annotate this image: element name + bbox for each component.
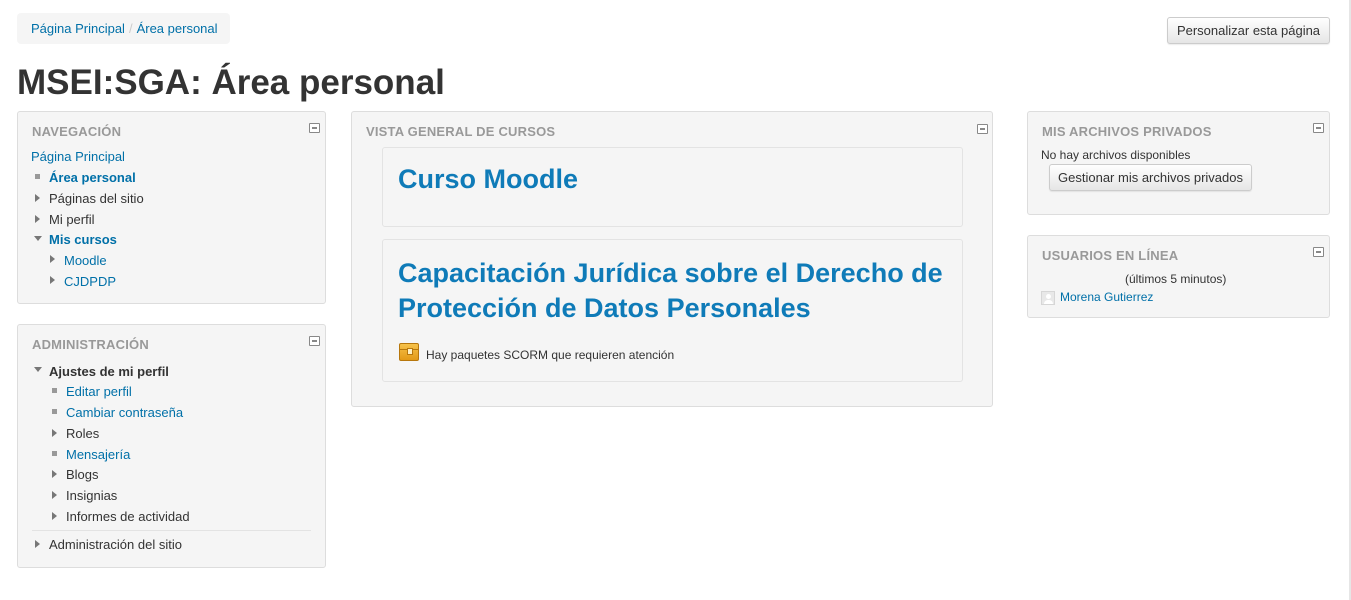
nav-my-courses-link[interactable]: Mis cursos <box>49 231 117 248</box>
course-card: Curso Moodle <box>382 147 963 227</box>
arrow-down-icon[interactable] <box>34 367 42 372</box>
navigation-block: NAVEGACIÓN Página Principal Área persona… <box>17 111 326 304</box>
online-users-period: (últimos 5 minutos) <box>1125 272 1227 286</box>
admin-site-administration[interactable]: Administración del sitio <box>49 536 182 553</box>
admin-roles[interactable]: Roles <box>66 425 99 442</box>
page-title: MSEI:SGA: Área personal <box>17 63 445 102</box>
admin-activity-reports[interactable]: Informes de actividad <box>66 508 190 525</box>
online-users-block: USUARIOS EN LÍNEA (últimos 5 minutos) Mo… <box>1027 235 1330 318</box>
navigation-block-title: NAVEGACIÓN <box>32 124 122 139</box>
collapse-icon[interactable] <box>1313 247 1324 257</box>
breadcrumb-home-link[interactable]: Página Principal <box>31 21 125 36</box>
collapse-icon[interactable] <box>309 336 320 346</box>
arrow-right-icon[interactable] <box>35 194 40 202</box>
nav-site-pages[interactable]: Páginas del sitio <box>49 190 144 207</box>
arrow-right-icon[interactable] <box>35 215 40 223</box>
bullet-icon <box>35 174 40 179</box>
online-users-block-title: USUARIOS EN LÍNEA <box>1042 248 1179 263</box>
arrow-right-icon[interactable] <box>52 491 57 499</box>
admin-edit-profile-link[interactable]: Editar perfil <box>66 383 132 400</box>
private-files-block: MIS ARCHIVOS PRIVADOS No hay archivos di… <box>1027 111 1330 215</box>
collapse-icon[interactable] <box>1313 123 1324 133</box>
arrow-right-icon[interactable] <box>50 276 55 284</box>
course-title-link[interactable]: Capacitación Jurídica sobre el Derecho d… <box>398 256 948 326</box>
nav-my-profile[interactable]: Mi perfil <box>49 211 95 228</box>
arrow-right-icon[interactable] <box>35 540 40 548</box>
online-user-link[interactable]: Morena Gutierrez <box>1060 289 1153 306</box>
nav-course-cjdpdp-link[interactable]: CJDPDP <box>64 273 116 290</box>
manage-private-files-button[interactable]: Gestionar mis archivos privados <box>1049 164 1252 191</box>
bullet-icon <box>52 388 57 393</box>
arrow-down-icon[interactable] <box>34 236 42 241</box>
no-files-text: No hay archivos disponibles <box>1041 148 1191 162</box>
nav-area-personal-link[interactable]: Área personal <box>49 169 136 186</box>
scorm-package-icon <box>399 343 419 361</box>
breadcrumb-current-link[interactable]: Área personal <box>137 21 218 36</box>
admin-change-password-link[interactable]: Cambiar contraseña <box>66 404 183 421</box>
customize-page-button[interactable]: Personalizar esta página <box>1167 17 1330 44</box>
scorm-notice[interactable]: Hay paquetes SCORM que requieren atenció… <box>426 347 674 364</box>
course-overview-block: VISTA GENERAL DE CURSOS Curso Moodle Cap… <box>351 111 993 407</box>
course-card: Capacitación Jurídica sobre el Derecho d… <box>382 239 963 382</box>
arrow-right-icon[interactable] <box>50 255 55 263</box>
course-overview-block-title: VISTA GENERAL DE CURSOS <box>366 124 556 139</box>
breadcrumb-separator: / <box>128 21 133 36</box>
arrow-right-icon[interactable] <box>52 429 57 437</box>
admin-profile-settings[interactable]: Ajustes de mi perfil <box>49 363 169 380</box>
collapse-icon[interactable] <box>977 124 988 134</box>
admin-messaging-link[interactable]: Mensajería <box>66 446 130 463</box>
course-title-link[interactable]: Curso Moodle <box>398 162 948 197</box>
breadcrumb: Página Principal / Área personal <box>17 13 230 44</box>
arrow-right-icon[interactable] <box>52 512 57 520</box>
nav-home-link[interactable]: Página Principal <box>31 148 125 165</box>
administration-block-title: ADMINISTRACIÓN <box>32 337 149 352</box>
arrow-right-icon[interactable] <box>52 470 57 478</box>
admin-divider <box>32 530 311 531</box>
bullet-icon <box>52 409 57 414</box>
admin-badges[interactable]: Insignias <box>66 487 117 504</box>
private-files-block-title: MIS ARCHIVOS PRIVADOS <box>1042 124 1212 139</box>
bullet-icon <box>52 451 57 456</box>
admin-blogs[interactable]: Blogs <box>66 466 99 483</box>
administration-block: ADMINISTRACIÓN Ajustes de mi perfil Edit… <box>17 324 326 568</box>
nav-course-moodle-link[interactable]: Moodle <box>64 252 107 269</box>
collapse-icon[interactable] <box>309 123 320 133</box>
user-avatar-icon <box>1041 291 1055 305</box>
